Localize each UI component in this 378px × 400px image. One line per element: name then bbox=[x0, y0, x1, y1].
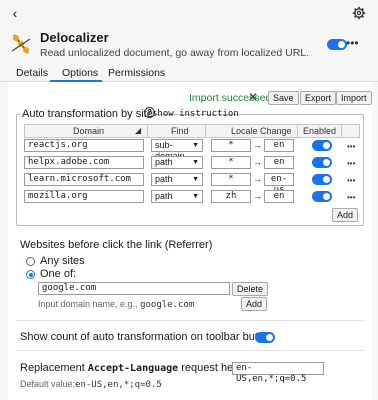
rule-find-value: path bbox=[155, 157, 173, 167]
one-of-radio[interactable] bbox=[26, 270, 35, 279]
auto-transformation-legend: Auto transformation by site bbox=[20, 108, 155, 120]
toolbar-count-toggle[interactable] bbox=[255, 332, 275, 343]
settings-button[interactable] bbox=[348, 2, 370, 24]
accept-language-input[interactable]: en-US,en,*;q=0.5 bbox=[232, 362, 324, 384]
rule-enabled-toggle[interactable] bbox=[312, 157, 332, 168]
arrow-right-icon: → bbox=[253, 174, 262, 184]
extension-title: Delocalizer bbox=[40, 30, 109, 45]
referrer-hint-text: Input domain name, e.g., bbox=[38, 299, 138, 309]
extension-logo-icon bbox=[11, 34, 31, 54]
arrow-right-icon: → bbox=[253, 140, 262, 150]
show-instruction-link[interactable]: show instruction bbox=[152, 109, 239, 119]
referrer-hint: Input domain name, e.g., google.com bbox=[38, 299, 194, 310]
extension-enabled-toggle[interactable] bbox=[327, 39, 347, 50]
arrow-right-icon: → bbox=[253, 191, 262, 201]
delete-referrer-button[interactable]: Delete bbox=[232, 282, 269, 296]
rule-row: learn.microsoft.com path ▼ * → en-us ••• bbox=[24, 173, 360, 195]
import-status-message: Import successed bbox=[189, 92, 272, 104]
more-options-icon[interactable]: ••• bbox=[346, 37, 359, 49]
resize-handle-icon[interactable]: ◢ bbox=[135, 126, 141, 135]
rule-row: reactjs.org sub-domain▼ * → en ••• bbox=[24, 139, 360, 161]
header-enabled: Enabled bbox=[303, 126, 337, 136]
section-divider bbox=[16, 320, 364, 321]
rules-table-header: Domain ◢ Find Locale Change Enabled bbox=[24, 124, 360, 138]
rule-find-select[interactable]: sub-domain▼ bbox=[151, 139, 203, 161]
header-find: Find bbox=[171, 126, 189, 136]
column-divider bbox=[205, 125, 206, 137]
tab-options[interactable]: Options bbox=[62, 67, 98, 79]
arrow-right-icon: → bbox=[253, 157, 262, 167]
toolbar-count-label: Show count of auto transformation on too… bbox=[20, 331, 274, 343]
add-rule-button[interactable]: Add bbox=[332, 208, 359, 222]
rule-domain-input[interactable]: helpx.adobe.com bbox=[24, 156, 144, 169]
rule-to-locale-input[interactable]: en bbox=[264, 139, 294, 152]
rule-domain-input[interactable]: reactjs.org bbox=[24, 139, 144, 152]
rule-find-value: path bbox=[155, 191, 173, 201]
rule-from-locale-input[interactable]: * bbox=[211, 173, 251, 186]
one-of-label[interactable]: One of: bbox=[40, 268, 76, 280]
referrer-hint-example: google.com bbox=[140, 300, 195, 310]
import-button[interactable]: Import bbox=[336, 91, 372, 105]
rule-domain-input[interactable]: mozilla.org bbox=[24, 190, 144, 203]
any-sites-radio[interactable] bbox=[26, 257, 35, 266]
dismiss-message-icon[interactable]: ✕ bbox=[248, 90, 258, 104]
tab-bar: Details Options Permissions bbox=[0, 62, 378, 82]
rule-domain-input[interactable]: learn.microsoft.com bbox=[24, 173, 144, 186]
back-button[interactable]: ‹ bbox=[4, 2, 26, 24]
more-options-icon[interactable]: ••• bbox=[347, 176, 355, 186]
referrer-domain-input[interactable]: google.com bbox=[38, 282, 230, 295]
chevron-down-icon: ▼ bbox=[192, 142, 199, 149]
extension-description: Read unlocalized document, go away from … bbox=[40, 47, 310, 59]
tab-permissions[interactable]: Permissions bbox=[108, 67, 165, 79]
rule-enabled-toggle[interactable] bbox=[312, 140, 332, 151]
section-divider bbox=[16, 350, 364, 351]
rule-from-locale-input[interactable]: * bbox=[211, 139, 251, 152]
rule-row: mozilla.org path ▼ zh → en ••• bbox=[24, 190, 360, 206]
rule-from-locale-input[interactable]: zh bbox=[211, 190, 251, 203]
export-button[interactable]: Export bbox=[300, 91, 337, 105]
chevron-down-icon: ▼ bbox=[192, 159, 199, 166]
add-referrer-button[interactable]: Add bbox=[241, 297, 268, 311]
rule-enabled-toggle[interactable] bbox=[312, 174, 332, 185]
options-panel: Import successed ✕ Save Export Import Au… bbox=[8, 82, 372, 400]
chevron-left-icon: ‹ bbox=[12, 5, 18, 21]
tab-details[interactable]: Details bbox=[16, 67, 48, 79]
import-export-toolbar: Import successed ✕ Save Export Import bbox=[8, 88, 372, 106]
rule-to-locale-input[interactable]: en bbox=[264, 156, 294, 169]
header-locale-change: Locale Change bbox=[231, 126, 292, 136]
rule-find-value: path bbox=[155, 174, 173, 184]
more-options-icon[interactable]: ••• bbox=[347, 193, 355, 203]
accept-language-header-name: Accept-Language bbox=[87, 363, 179, 374]
rule-to-locale-input[interactable]: en bbox=[264, 190, 294, 203]
rule-find-select[interactable]: path ▼ bbox=[151, 156, 203, 169]
gear-icon bbox=[352, 6, 366, 20]
referrer-section-title: Websites before click the link (Referrer… bbox=[20, 239, 213, 251]
column-divider bbox=[341, 125, 342, 137]
accept-language-default: Default value:en-US,en,*;q=0.5 bbox=[20, 379, 162, 390]
rule-find-select[interactable]: path ▼ bbox=[151, 190, 203, 203]
top-bar: ‹ bbox=[0, 0, 378, 26]
rule-to-locale-input[interactable]: en-us bbox=[264, 173, 294, 195]
rule-row: helpx.adobe.com path ▼ * → en ••• bbox=[24, 156, 360, 172]
header-domain: Domain bbox=[73, 126, 105, 136]
rule-enabled-toggle[interactable] bbox=[312, 191, 332, 202]
rule-find-select[interactable]: path ▼ bbox=[151, 173, 203, 186]
default-value-label: Default value: bbox=[20, 379, 76, 389]
default-value: en-US,en,*;q=0.5 bbox=[75, 380, 162, 390]
save-button[interactable]: Save bbox=[268, 91, 299, 105]
rule-from-locale-input[interactable]: * bbox=[211, 156, 251, 169]
more-options-icon[interactable]: ••• bbox=[347, 142, 355, 152]
column-divider bbox=[147, 125, 148, 137]
chevron-down-icon: ▼ bbox=[192, 193, 199, 200]
more-options-icon[interactable]: ••• bbox=[347, 159, 355, 169]
extension-header: Delocalizer Read unlocalized document, g… bbox=[0, 26, 378, 62]
accept-language-label: Replacement Accept-Language request head… bbox=[20, 362, 258, 374]
chevron-down-icon: ▼ bbox=[192, 176, 199, 183]
column-divider bbox=[297, 125, 298, 137]
accept-language-label-prefix: Replacement bbox=[20, 362, 85, 374]
any-sites-label[interactable]: Any sites bbox=[40, 255, 85, 267]
